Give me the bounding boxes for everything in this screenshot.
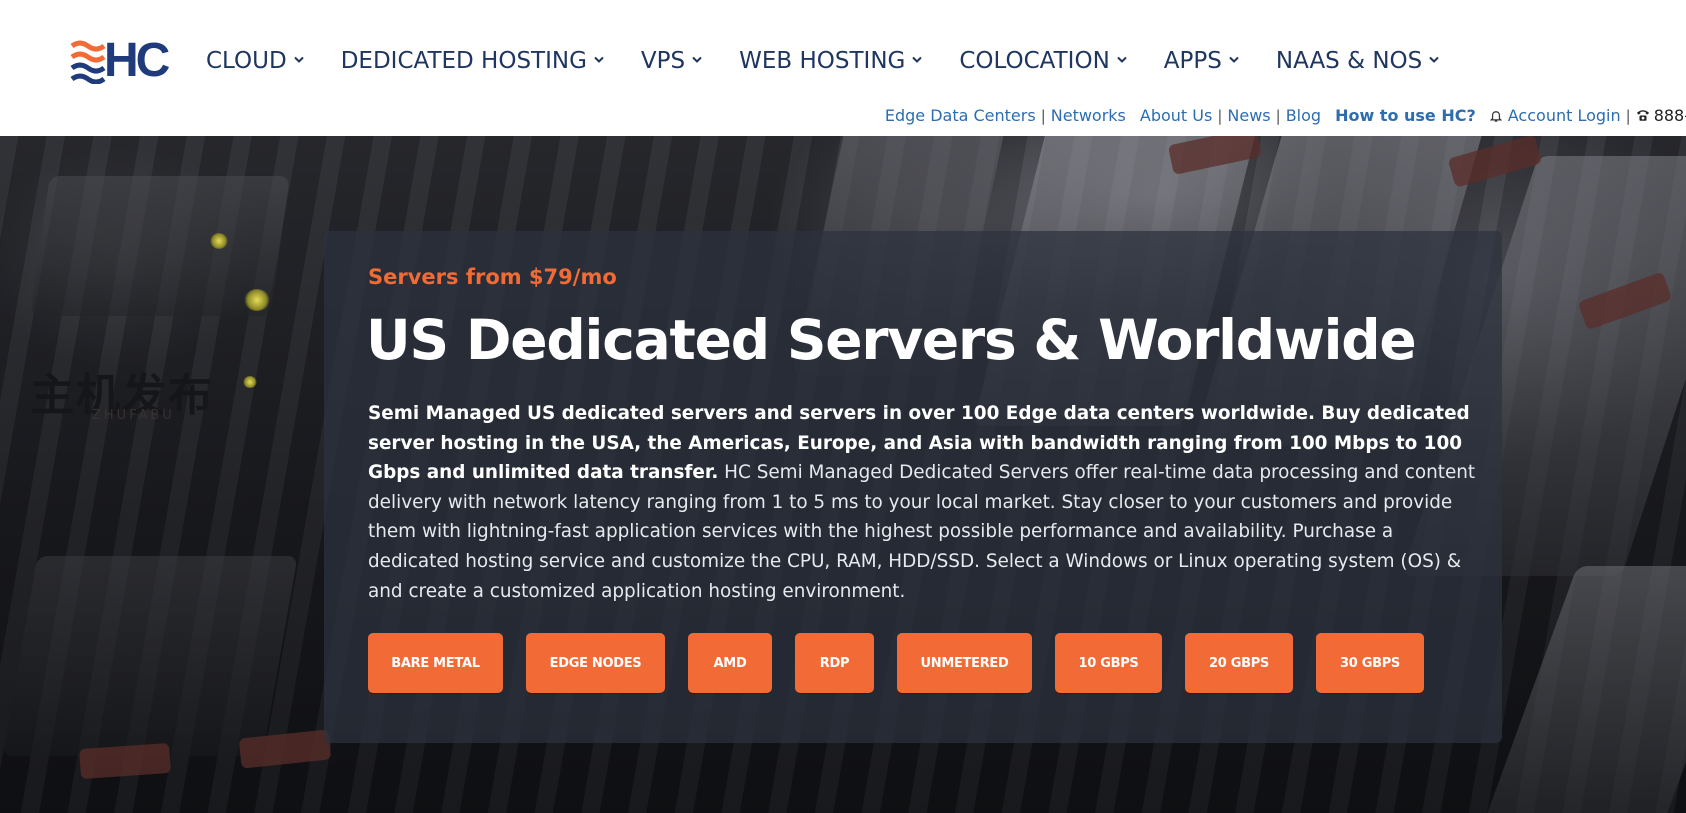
bell-icon bbox=[1489, 108, 1504, 124]
link-how-to-use-hc[interactable]: How to use HC? bbox=[1335, 106, 1476, 125]
hc-logo[interactable]: HC bbox=[70, 36, 182, 86]
page-title: US Dedicated Servers & Worldwide bbox=[366, 308, 1417, 372]
hero-panel: Servers from $79/mo US Dedicated Servers… bbox=[324, 231, 1502, 743]
link-news[interactable]: News bbox=[1227, 106, 1270, 125]
nav-vps[interactable]: VPS bbox=[641, 48, 702, 74]
link-about-us[interactable]: About Us bbox=[1140, 106, 1212, 125]
chevron-down-icon bbox=[293, 56, 304, 66]
nav-label: DEDICATED HOSTING bbox=[340, 48, 587, 74]
edge-nodes-button[interactable]: EDGE NODES bbox=[526, 633, 665, 693]
chevron-down-icon bbox=[692, 56, 702, 66]
link-blog[interactable]: Blog bbox=[1286, 106, 1321, 125]
chevron-down-icon bbox=[1429, 56, 1439, 66]
phone-icon bbox=[1636, 108, 1650, 124]
bare-metal-button[interactable]: BARE METAL bbox=[368, 633, 503, 693]
server-handle-shape bbox=[79, 742, 171, 780]
main-navigation: CLOUD DEDICATED HOSTING VPS WEB HOSTING … bbox=[206, 44, 1439, 78]
separator: | bbox=[1040, 106, 1046, 125]
nav-label: NAAS & NOS bbox=[1275, 48, 1423, 74]
nav-label: COLOCATION bbox=[959, 48, 1110, 74]
nav-label: APPS bbox=[1163, 48, 1222, 74]
server-led bbox=[243, 376, 257, 388]
waves-logo-icon bbox=[70, 40, 106, 84]
separator: | bbox=[1625, 106, 1631, 125]
unmetered-button[interactable]: UNMETERED bbox=[897, 633, 1032, 693]
nav-label: CLOUD bbox=[206, 48, 287, 74]
chevron-down-icon bbox=[912, 56, 923, 66]
20-gbps-button[interactable]: 20 GBPS bbox=[1185, 633, 1293, 693]
hero-section: 主机发布 ZHUFABU Servers from $79/mo US Dedi… bbox=[0, 136, 1686, 813]
nav-apps[interactable]: APPS bbox=[1164, 48, 1239, 74]
nav-cloud[interactable]: CLOUD bbox=[206, 48, 304, 74]
separator: | bbox=[1217, 106, 1223, 125]
10-gbps-button[interactable]: 10 GBPS bbox=[1055, 633, 1162, 693]
nav-dedicated-hosting[interactable]: DEDICATED HOSTING bbox=[341, 48, 604, 74]
chevron-down-icon bbox=[1117, 56, 1127, 66]
secondary-navigation: Edge Data Centers | Networks About Us | … bbox=[885, 106, 1686, 125]
link-edge-data-centers[interactable]: Edge Data Centers bbox=[885, 106, 1036, 125]
nav-naas-nos[interactable]: NAAS & NOS bbox=[1276, 48, 1439, 74]
nav-web-hosting[interactable]: WEB HOSTING bbox=[739, 48, 923, 74]
chevron-down-icon bbox=[594, 56, 604, 66]
logo-text: HC bbox=[104, 34, 170, 87]
nav-label: VPS bbox=[640, 48, 686, 74]
amd-button[interactable]: AMD bbox=[688, 633, 772, 693]
server-led bbox=[210, 233, 228, 249]
chevron-down-icon bbox=[1229, 56, 1239, 66]
rdp-button[interactable]: RDP bbox=[795, 633, 874, 693]
30-gbps-button[interactable]: 30 GBPS bbox=[1316, 633, 1424, 693]
watermark-latin-text: ZHUFABU bbox=[92, 408, 175, 423]
server-rack-shape bbox=[2, 556, 298, 756]
hero-description: Semi Managed US dedicated servers and se… bbox=[368, 399, 1478, 606]
link-account-login[interactable]: Account Login bbox=[1508, 106, 1621, 125]
watermark: 主机发布 ZHUFABU bbox=[30, 374, 240, 444]
nav-label: WEB HOSTING bbox=[739, 48, 906, 74]
feature-buttons: BARE METAL EDGE NODES AMD RDP UNMETERED … bbox=[368, 633, 1424, 693]
site-header: HC CLOUD DEDICATED HOSTING VPS WEB HOSTI… bbox=[0, 0, 1686, 136]
server-led bbox=[244, 289, 270, 311]
link-phone-number[interactable]: 888- bbox=[1654, 106, 1686, 125]
nav-colocation[interactable]: COLOCATION bbox=[959, 48, 1127, 74]
link-networks[interactable]: Networks bbox=[1051, 106, 1126, 125]
separator: | bbox=[1275, 106, 1281, 125]
price-tagline: Servers from $79/mo bbox=[368, 265, 617, 289]
